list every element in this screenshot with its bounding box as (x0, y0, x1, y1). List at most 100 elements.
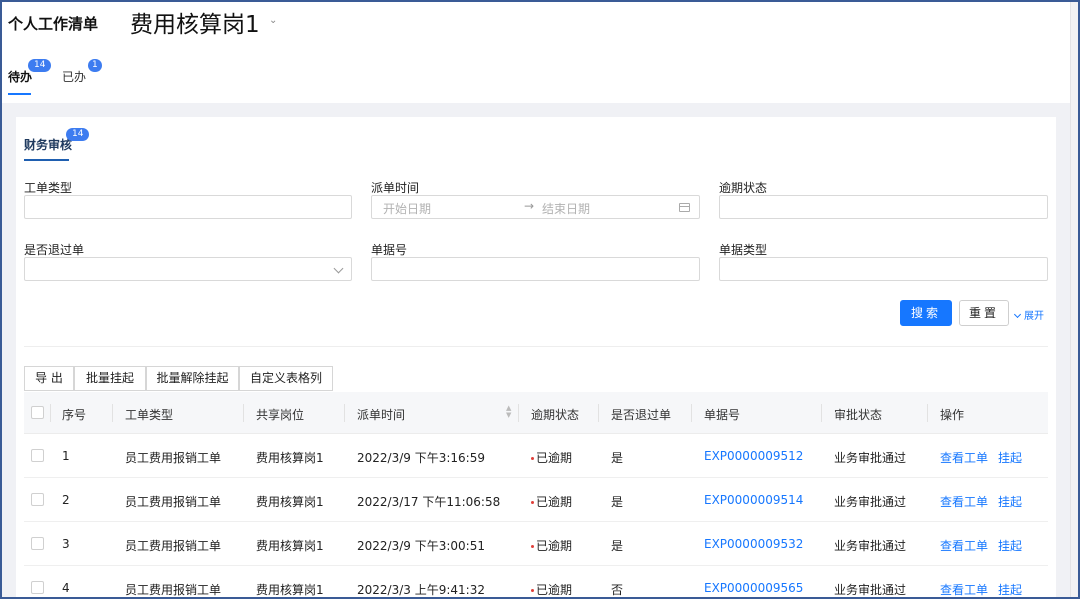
suspend-link[interactable]: 挂起 (998, 449, 1022, 466)
row-shared-post: 费用核算岗1 (256, 495, 324, 509)
column-header-actions: 操作 (940, 408, 965, 422)
row-overdue-status: 已逾期 (531, 493, 572, 510)
row-dispatch-time: 2022/3/9 下午3:00:51 (357, 539, 485, 553)
suspend-link[interactable]: 挂起 (998, 493, 1022, 510)
suspend-link[interactable]: 挂起 (998, 537, 1022, 554)
row-overdue-status: 已逾期 (531, 449, 572, 466)
row-dispatch-time: 2022/3/3 上午9:41:32 (357, 583, 485, 597)
custom-columns-button[interactable]: 自定义表格列 (239, 366, 333, 391)
row-checkbox[interactable] (31, 449, 44, 462)
search-button[interactable]: 搜索 (900, 300, 952, 326)
row-dispatch-time: 2022/3/9 下午3:16:59 (357, 451, 485, 465)
overdue-text: 已逾期 (536, 451, 573, 465)
end-date-placeholder[interactable]: 结束日期 (542, 200, 590, 217)
column-separator (691, 404, 692, 422)
chevron-down-icon (333, 263, 344, 274)
overdue-status-label: 逾期状态 (719, 181, 768, 195)
finance-review-count-badge: 14 (66, 128, 90, 141)
tab-finance-review[interactable]: 财务审核 (24, 136, 72, 153)
table-row: 1 员工费用报销工单 费用核算岗1 2022/3/9 下午3:16:59 已逾期… (24, 434, 1048, 478)
row-no: 3 (62, 537, 70, 551)
column-separator (927, 404, 928, 422)
bill-no-label: 单据号 (371, 243, 408, 257)
post-selector[interactable]: 费用核算岗1 (130, 5, 260, 39)
row-approval-status: 业务审批通过 (834, 495, 907, 509)
batch-unsuspend-button[interactable]: 批量解除挂起 (146, 366, 239, 391)
dispatch-time-range-picker[interactable]: 开始日期 → 结束日期 (371, 195, 700, 219)
row-ticket-type: 员工费用报销工单 (125, 539, 222, 553)
overdue-dot-icon (531, 457, 534, 460)
row-approval-status: 业务审批通过 (834, 451, 907, 465)
bill-type-label: 单据类型 (719, 243, 768, 257)
column-header-bill-no: 单据号 (704, 408, 741, 422)
dispatch-time-label: 派单时间 (371, 181, 420, 195)
sort-icon[interactable]: ▲ ▼ (506, 405, 511, 419)
tab-done[interactable]: 已办 (62, 68, 86, 85)
row-checkbox[interactable] (31, 537, 44, 550)
column-separator (344, 404, 345, 422)
arrow-right-icon: → (524, 199, 535, 213)
column-header-approval-status: 审批状态 (834, 408, 883, 422)
chevron-down-icon (1013, 310, 1022, 319)
row-ticket-type: 员工费用报销工单 (125, 451, 222, 465)
suspend-link[interactable]: 挂起 (998, 581, 1022, 597)
table-header: 序号 工单类型 共享岗位 派单时间 ▲ ▼ 逾期状态 是否退过单 单据号 审批状态… (24, 392, 1048, 434)
row-no: 2 (62, 493, 70, 507)
table-row: 3 员工费用报销工单 费用核算岗1 2022/3/9 下午3:00:51 已逾期… (24, 522, 1048, 566)
overdue-status-input[interactable] (719, 195, 1048, 219)
view-ticket-link[interactable]: 查看工单 (940, 493, 988, 510)
column-header-is-returned: 是否退过单 (611, 408, 672, 422)
ticket-type-label: 工单类型 (24, 181, 73, 195)
column-header-dispatch-time[interactable]: 派单时间 (357, 406, 405, 423)
reset-button[interactable]: 重置 (959, 300, 1009, 326)
overdue-dot-icon (531, 545, 534, 548)
row-checkbox[interactable] (31, 581, 44, 594)
column-header-no: 序号 (62, 408, 87, 422)
row-bill-no-link[interactable]: EXP0000009512 (704, 449, 803, 463)
row-is-returned: 否 (611, 583, 624, 597)
row-approval-status: 业务审批通过 (834, 583, 907, 597)
row-ticket-type: 员工费用报销工单 (125, 495, 222, 509)
section-tab-indicator (24, 159, 69, 161)
view-ticket-link[interactable]: 查看工单 (940, 537, 988, 554)
batch-suspend-button[interactable]: 批量挂起 (74, 366, 146, 391)
tab-todo[interactable]: 待办 (8, 68, 32, 85)
ticket-type-input[interactable] (24, 195, 352, 219)
select-all-checkbox[interactable] (31, 406, 44, 419)
bill-no-input[interactable] (371, 257, 700, 281)
view-ticket-link[interactable]: 查看工单 (940, 449, 988, 466)
table-row: 2 员工费用报销工单 费用核算岗1 2022/3/17 下午11:06:58 已… (24, 478, 1048, 522)
chevron-down-icon[interactable]: ⌄ (269, 15, 277, 26)
row-no: 1 (62, 449, 70, 463)
row-is-returned: 是 (611, 451, 624, 465)
column-separator (243, 404, 244, 422)
bill-type-input[interactable] (719, 257, 1048, 281)
row-bill-no-link[interactable]: EXP0000009532 (704, 537, 803, 551)
start-date-placeholder[interactable]: 开始日期 (383, 200, 431, 217)
done-count-badge: 1 (88, 59, 102, 72)
export-button[interactable]: 导 出 (24, 366, 74, 391)
divider (24, 346, 1048, 347)
row-bill-no-link[interactable]: EXP0000009514 (704, 493, 803, 507)
is-returned-select[interactable] (24, 257, 352, 281)
overdue-dot-icon (531, 589, 534, 592)
row-approval-status: 业务审批通过 (834, 539, 907, 553)
column-separator (821, 404, 822, 422)
overdue-dot-icon (531, 501, 534, 504)
expand-filters-link[interactable]: 展开 (1013, 307, 1044, 322)
row-ticket-type: 员工费用报销工单 (125, 583, 222, 597)
row-shared-post: 费用核算岗1 (256, 583, 324, 597)
row-overdue-status: 已逾期 (531, 581, 572, 597)
column-header-shared-post: 共享岗位 (256, 408, 305, 422)
row-checkbox[interactable] (31, 493, 44, 506)
scrollbar[interactable] (1070, 2, 1078, 597)
row-is-returned: 是 (611, 539, 624, 553)
app-title: 个人工作清单 (8, 15, 99, 33)
app-window: 个人工作清单 费用核算岗1 ⌄ 待办 14 已办 1 财务审核 14 工单类型 … (0, 0, 1080, 599)
column-separator (518, 404, 519, 422)
row-bill-no-link[interactable]: EXP0000009565 (704, 581, 803, 595)
column-header-overdue-status: 逾期状态 (531, 408, 580, 422)
column-separator (50, 404, 51, 422)
view-ticket-link[interactable]: 查看工单 (940, 581, 988, 597)
row-no: 4 (62, 581, 70, 595)
